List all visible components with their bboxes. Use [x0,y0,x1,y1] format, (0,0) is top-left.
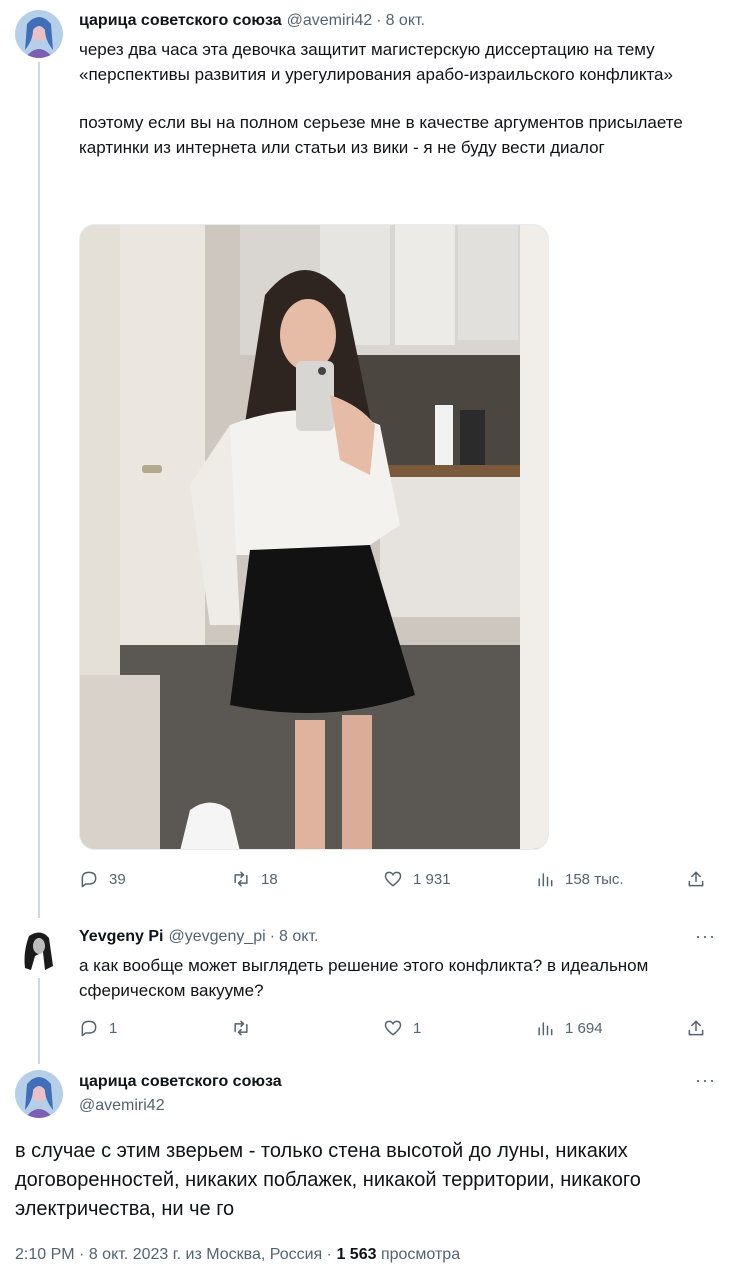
reply-icon [81,1020,97,1037]
reply-count: 39 [109,870,126,888]
retweet-count: 18 [261,870,278,888]
like-icon [384,1020,402,1036]
avatar[interactable] [15,926,63,974]
separator: · [326,1246,332,1263]
tweet-header: царица советского союза @avemiri42 · 8 о… [79,12,425,30]
tweet-text: через два часа эта девочка защитит магис… [79,38,719,160]
author-name[interactable]: Yevgeny Pi [79,928,164,946]
author-handle[interactable]: @avemiri42 [287,12,373,30]
author-name[interactable]: царица советского союза [79,12,282,30]
like-button[interactable]: 1 [383,1018,421,1038]
reply-button[interactable]: 39 [79,869,126,889]
tweet-actions: 39 18 1 931 158 тыс. [79,866,716,892]
tweet-time[interactable]: 2:10 PM [15,1246,75,1263]
tweet-text: а как вообще может выглядеть решение это… [79,956,649,1000]
tweet-date[interactable]: 8 окт. [279,928,318,946]
like-icon [384,871,402,887]
tweet-paragraph: через два часа эта девочка защитит магис… [79,40,673,84]
like-count: 1 931 [413,870,451,888]
tweet-text: в случае с этим зверьем - только стена в… [15,1140,641,1220]
thread-line [38,978,40,1064]
views-count: 158 тыс. [565,870,624,888]
author-handle[interactable]: @avemiri42 [79,1096,282,1116]
separator: · [269,928,276,945]
tweet-date[interactable]: 8 окт. [386,12,425,30]
author-name[interactable]: царица советского союза [79,1072,282,1092]
share-button[interactable] [686,869,706,889]
avatar[interactable] [15,1070,63,1118]
tweet-photo[interactable] [79,224,549,850]
reply-icon [81,871,97,888]
tweet-meta: 2:10 PM · 8 окт. 2023 г. из Москва, Росс… [15,1246,460,1264]
views-count: 1 563 [336,1246,377,1263]
like-button[interactable]: 1 931 [383,869,451,889]
tweet-actions: 1 1 1 694 [79,1015,716,1041]
share-icon [688,871,704,887]
tweet-header: царица советского союза @avemiri42 [79,1072,282,1116]
views-label: просмотра [380,1246,461,1263]
more-icon[interactable]: ··· [695,926,716,947]
tweet-date-location: 8 окт. 2023 г. из Москва, Россия [88,1246,323,1263]
avatar[interactable] [15,10,63,58]
separator: · [79,1246,85,1263]
retweet-icon [234,1020,248,1036]
author-handle[interactable]: @yevgeny_pi [169,928,266,946]
share-button[interactable] [686,1018,706,1038]
retweet-icon [234,871,248,887]
more-icon[interactable]: ··· [695,1070,716,1091]
separator: · [376,12,382,29]
thread-line [38,62,40,918]
retweet-button[interactable]: 18 [231,869,278,889]
views-button[interactable]: 158 тыс. [535,869,624,889]
views-icon [538,1022,553,1036]
reply-count: 1 [109,1019,118,1037]
like-count: 1 [413,1019,422,1037]
tweet-header: Yevgeny Pi @yevgeny_pi · 8 окт. [79,928,318,946]
share-icon [688,1020,704,1036]
retweet-button[interactable] [231,1018,261,1038]
views-icon [538,873,553,887]
views-button[interactable]: 1 694 [535,1018,603,1038]
views-count: 1 694 [565,1019,603,1037]
reply-button[interactable]: 1 [79,1018,117,1038]
tweet-paragraph: поэтому если вы на полном серьезе мне в … [79,113,683,157]
